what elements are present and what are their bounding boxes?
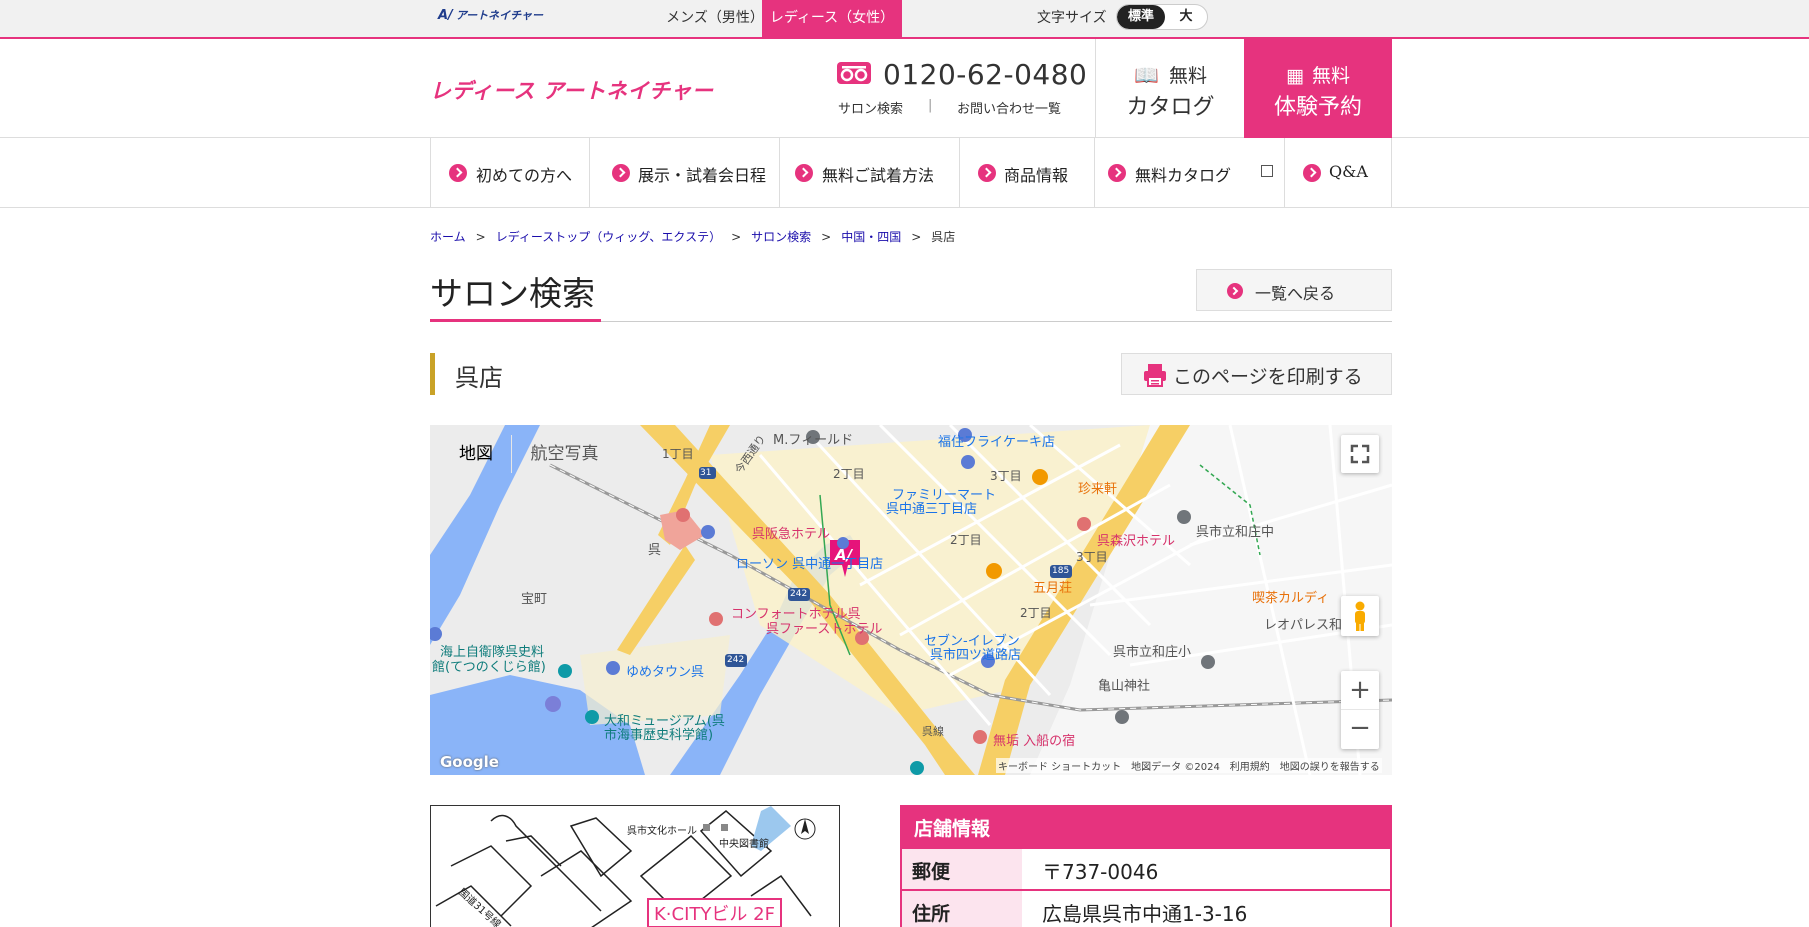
map-type-satellite-button[interactable]: 航空写真 bbox=[511, 435, 617, 473]
free-dial-icon bbox=[837, 62, 871, 84]
font-size-standard-button[interactable]: 標準 bbox=[1117, 5, 1165, 29]
nav-qa[interactable]: Q&A bbox=[1285, 138, 1392, 208]
info-key: 郵便 bbox=[902, 849, 1022, 889]
ladies-logo[interactable]: レディース アートネイチャー bbox=[430, 75, 713, 105]
map-footer[interactable]: キーボード ショートカット 地図データ ©2024 利用規約 地図の誤りを報告す… bbox=[996, 758, 1382, 773]
address: 広島県呉市中通1-3-16 bbox=[1042, 902, 1248, 926]
font-size-label: 文字サイズ bbox=[1037, 10, 1107, 26]
arrow-circle-icon bbox=[1303, 164, 1321, 182]
street-view-button[interactable] bbox=[1341, 596, 1379, 636]
fullscreen-icon bbox=[1350, 444, 1370, 464]
main-nav: 初めての方へ 展示・試着会日程 無料ご試着方法 商品情報 無料カタログ Q&A bbox=[430, 138, 1392, 208]
store-name: 呉店 bbox=[455, 364, 503, 392]
k-city-building-label: K·CITYビル 2F bbox=[647, 898, 782, 927]
breadcrumb-salon-search[interactable]: サロン検索 bbox=[751, 230, 811, 244]
map-type-map-button[interactable]: 地図 bbox=[441, 435, 511, 473]
arrow-circle-icon bbox=[449, 164, 467, 182]
nav-free-trial[interactable]: 無料ご試着方法 bbox=[780, 138, 960, 208]
calendar-icon: ▦ bbox=[1286, 65, 1304, 87]
guide-map-image: 呉市文化ホール 中央図書館 国道31号線 K·CITYビル 2F bbox=[430, 805, 840, 927]
arrow-circle-icon bbox=[978, 164, 996, 182]
salon-search-link[interactable]: サロン検索 bbox=[838, 98, 903, 117]
tab-men[interactable]: メンズ（男性） bbox=[650, 0, 780, 37]
phone-number[interactable]: 0120-62-0480 bbox=[883, 58, 1087, 91]
tab-ladies[interactable]: レディース（女性） bbox=[762, 0, 902, 37]
store-info-table: 店舗情報 郵便 〒737-0046 住所 広島県呉市中通1-3-16 bbox=[900, 805, 1392, 927]
table-row: 住所 広島県呉市中通1-3-16 bbox=[902, 889, 1390, 927]
book-icon: 📖 bbox=[1134, 63, 1159, 87]
font-size-toggle: 標準 大 bbox=[1116, 4, 1208, 30]
zoom-in-button[interactable]: + bbox=[1341, 671, 1379, 710]
brand-logo[interactable]: A/アートネイチャー bbox=[438, 7, 543, 23]
nav-exhibition[interactable]: 展示・試着会日程 bbox=[590, 138, 780, 208]
header-link-separator: | bbox=[928, 98, 933, 113]
fullscreen-button[interactable] bbox=[1341, 435, 1379, 473]
nav-first-time[interactable]: 初めての方へ bbox=[431, 138, 590, 208]
page-title: サロン検索 bbox=[430, 274, 595, 313]
external-window-icon bbox=[1261, 165, 1273, 177]
print-page-button[interactable]: このページを印刷する bbox=[1121, 353, 1392, 395]
contact-link[interactable]: お問い合わせ一覧 bbox=[957, 98, 1061, 117]
zoom-out-button[interactable]: − bbox=[1341, 710, 1379, 749]
back-to-list-button[interactable]: 一覧へ戻る bbox=[1196, 269, 1392, 311]
breadcrumb: ホーム > レディーストップ（ウィッグ、エクステ） > サロン検索 > 中国・四国 > 呉店 bbox=[430, 230, 956, 244]
breadcrumb-ladies-top[interactable]: レディーストップ（ウィッグ、エクステ） bbox=[496, 230, 721, 244]
google-map[interactable]: A/ 31 242 242 185 M.フィールド 福住フライケーキ店 1丁目 bbox=[430, 425, 1392, 775]
top-bar: A/アートネイチャー メンズ（男性） レディース（女性） 文字サイズ 標準 大 bbox=[0, 0, 1809, 39]
north-arrow-icon bbox=[794, 818, 816, 840]
trial-reservation-button[interactable]: ▦ 無料 体験予約 bbox=[1244, 39, 1392, 138]
nav-free-catalog[interactable]: 無料カタログ bbox=[1095, 138, 1285, 208]
printer-icon bbox=[1144, 364, 1166, 387]
site-header: レディース アートネイチャー 0120-62-0480 サロン検索 | お問い合… bbox=[0, 39, 1809, 138]
table-row: 郵便 〒737-0046 bbox=[902, 847, 1390, 889]
map-base: A/ bbox=[430, 425, 1392, 775]
info-key: 住所 bbox=[902, 891, 1022, 927]
arrow-circle-icon bbox=[1108, 164, 1126, 182]
arrow-circle-icon bbox=[612, 164, 630, 182]
breadcrumb-current: 呉店 bbox=[931, 230, 956, 244]
google-logo: Google bbox=[440, 753, 499, 771]
av-logo-icon: A/ bbox=[438, 8, 453, 23]
breadcrumb-region[interactable]: 中国・四国 bbox=[841, 230, 901, 244]
free-catalog-button[interactable]: 📖 無料 カタログ bbox=[1095, 39, 1244, 138]
store-info-heading: 店舗情報 bbox=[902, 807, 1390, 847]
zoom-control: + − bbox=[1341, 671, 1379, 749]
breadcrumb-home[interactable]: ホーム bbox=[430, 230, 466, 244]
arrow-circle-icon bbox=[1227, 283, 1243, 299]
postal-code: 〒737-0046 bbox=[1042, 860, 1159, 884]
nav-products[interactable]: 商品情報 bbox=[960, 138, 1095, 208]
pegman-icon bbox=[1355, 601, 1365, 631]
arrow-circle-icon bbox=[795, 164, 813, 182]
font-size-large-button[interactable]: 大 bbox=[1165, 5, 1207, 29]
